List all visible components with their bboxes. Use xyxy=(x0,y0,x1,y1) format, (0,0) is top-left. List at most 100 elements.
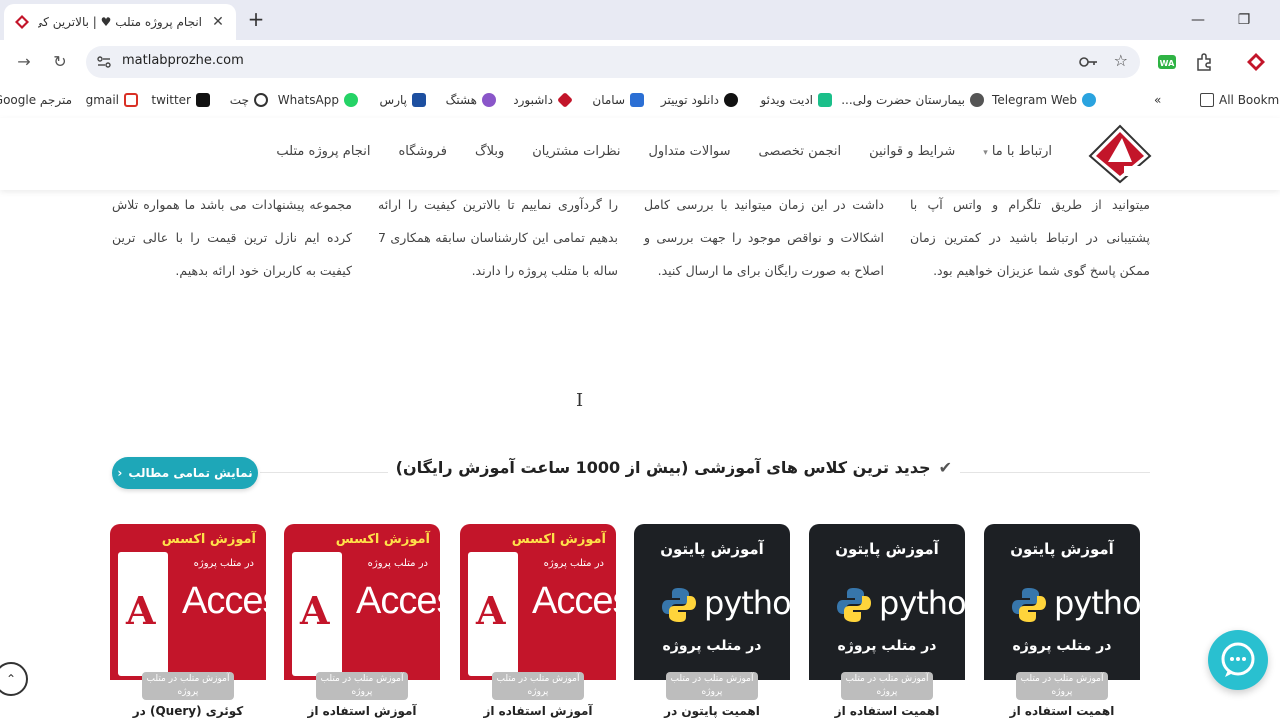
course-heading: آموزش پایتون xyxy=(1010,540,1114,558)
password-key-icon[interactable] xyxy=(1078,53,1098,71)
bookmark-label: Telegram Web xyxy=(992,93,1077,107)
all-bookmarks[interactable]: All Bookma xyxy=(1200,91,1280,109)
telegram-icon xyxy=(1082,93,1096,107)
feature-text-price: مجموعه پیشنهادات می باشد ما همواره تلاش … xyxy=(112,197,352,278)
course-subheading: در متلب پروژه xyxy=(543,558,604,569)
scroll-to-top-button[interactable]: ⌃ xyxy=(0,662,28,696)
course-card[interactable]: آموزش پایتون python در متلب پروژه آموزش … xyxy=(809,524,965,720)
menu-item-testimonials[interactable]: نظرات مشتریان xyxy=(532,144,620,159)
main-menu: انجام پروژه متلب فروشگاه وبلاگ نظرات مشت… xyxy=(276,144,1052,159)
browser-tab[interactable]: انجام پروژه متلب ♥ | بالاترین کی... ✕ xyxy=(4,4,236,40)
show-all-label: نمایش تمامی مطالب xyxy=(128,466,253,480)
course-footer: در متلب پروژه xyxy=(1012,638,1112,654)
course-card[interactable]: آموزش اکسس در متلب پروژه A Access آموزش … xyxy=(284,524,440,720)
course-caption[interactable]: اهمیت استفاده از xyxy=(809,704,965,718)
menu-item-faq[interactable]: سوالات متداول xyxy=(648,144,730,159)
course-card[interactable]: آموزش پایتون python در متلب پروژه آموزش … xyxy=(634,524,790,720)
bookmark-chat[interactable]: چت xyxy=(230,91,268,109)
profile-logo-icon[interactable] xyxy=(1246,52,1266,72)
text-cursor-icon: I xyxy=(576,390,584,411)
course-card[interactable]: آموزش اکسس در متلب پروژه A Access آموزش … xyxy=(460,524,616,720)
access-wordmark: Access xyxy=(182,580,266,622)
course-badge: آموزش متلب در متلب پروژه xyxy=(841,672,933,700)
course-caption[interactable]: آموزش استفاده از xyxy=(284,704,440,718)
feature-text-experts: را گردآوری نماییم تا بالاترین کیفیت را ا… xyxy=(378,197,618,278)
hospital-icon xyxy=(970,93,984,107)
bookmark-telegram[interactable]: Telegram Web xyxy=(992,91,1096,109)
bookmark-pars[interactable]: پارس xyxy=(380,91,426,109)
course-card[interactable]: آموزش اکسس در متلب پروژه A Access آموزش … xyxy=(110,524,266,720)
bookmark-dashboard[interactable]: داشبورد xyxy=(513,91,573,109)
bookmark-label: twitter xyxy=(151,93,191,107)
course-caption[interactable]: کوئری (Query) در xyxy=(110,704,266,718)
bookmarks-overflow-icon[interactable]: » xyxy=(1154,91,1161,109)
bookmark-twitter[interactable]: twitter xyxy=(151,91,210,109)
course-badge: آموزش متلب در متلب پروژه xyxy=(142,672,234,700)
pars-icon xyxy=(412,93,426,107)
bookmark-hashtag[interactable]: هشتگ xyxy=(446,91,496,109)
chat-icon xyxy=(254,93,268,107)
menu-item-contact[interactable]: ارتباط با ما▾ xyxy=(983,144,1052,159)
course-caption[interactable]: اهمیت پایتون در xyxy=(634,704,790,718)
access-wordmark: Access xyxy=(356,580,440,622)
bookmark-whatsapp[interactable]: WhatsApp xyxy=(278,91,358,109)
whatsapp-extension-icon[interactable]: WA xyxy=(1157,52,1177,72)
bookmark-label: چت xyxy=(229,93,249,107)
course-caption[interactable]: آموزش استفاده از xyxy=(460,704,616,718)
bookmark-label: بیمارستان حضرت ولی... xyxy=(841,93,965,107)
bookmark-star-icon[interactable]: ☆ xyxy=(1114,51,1128,70)
course-image: آموزش پایتون python در متلب پروژه xyxy=(984,524,1140,680)
forward-icon[interactable]: → xyxy=(12,50,36,74)
bookmark-video-edit[interactable]: ادیت ویدئو xyxy=(760,91,832,109)
minimize-icon[interactable]: — xyxy=(1188,10,1208,30)
python-logo-icon xyxy=(662,588,696,622)
extensions-icon[interactable] xyxy=(1194,52,1214,72)
section-title-text: جدید ترین کلاس های آموزشی (بیش از 1000 س… xyxy=(395,458,931,477)
course-badge: آموزش متلب در متلب پروژه xyxy=(316,672,408,700)
bookmark-gmail[interactable]: gmail xyxy=(86,91,138,109)
bookmark-label: دانلود توییتر xyxy=(660,93,719,107)
course-image: آموزش اکسس در متلب پروژه A Access xyxy=(460,524,616,680)
menu-item-terms[interactable]: شرایط و قوانین xyxy=(869,144,955,159)
bookmark-label: سامان xyxy=(592,93,625,107)
site-settings-icon[interactable] xyxy=(96,54,112,70)
menu-item-matlab-project[interactable]: انجام پروژه متلب xyxy=(276,144,370,159)
bookmark-label: پارس xyxy=(379,93,407,107)
site-header: انجام پروژه متلب فروشگاه وبلاگ نظرات مشت… xyxy=(0,118,1280,190)
twitter-download-icon xyxy=(724,93,738,107)
bookmarks-bar: Telegram Web بیمارستان حضرت ولی... ادیت … xyxy=(0,84,1280,114)
show-all-button[interactable]: نمایش تمامی مطالب ‹ xyxy=(112,457,258,489)
site-logo[interactable] xyxy=(1088,124,1152,184)
feature-text-support: میتوانید از طریق تلگرام و واتس آپ با پشت… xyxy=(910,197,1150,278)
course-footer: در متلب پروژه xyxy=(837,638,937,654)
bookmark-label: هشتگ xyxy=(445,93,477,107)
menu-item-forum[interactable]: انجمن تخصصی xyxy=(759,144,842,159)
course-badge: آموزش متلب در متلب پروژه xyxy=(1016,672,1108,700)
python-wordmark: python xyxy=(704,584,790,622)
reload-icon[interactable]: ↻ xyxy=(48,50,72,74)
chat-widget-button[interactable] xyxy=(1208,630,1268,690)
address-bar[interactable]: matlabprozhe.com ☆ xyxy=(86,46,1140,78)
menu-item-shop[interactable]: فروشگاه xyxy=(398,144,447,159)
access-letter-icon: A xyxy=(476,588,506,633)
course-card[interactable]: آموزش پایتون python در متلب پروژه آموزش … xyxy=(984,524,1140,720)
course-subheading: در متلب پروژه xyxy=(193,558,254,569)
folder-icon xyxy=(1200,93,1214,107)
tab-title: انجام پروژه متلب ♥ | بالاترین کی... xyxy=(38,15,202,29)
bookmark-label: مترجم Google xyxy=(0,93,72,107)
dashboard-icon xyxy=(557,92,573,108)
bookmark-twitter-download[interactable]: دانلود توییتر xyxy=(661,91,738,109)
course-heading: آموزش اکسس xyxy=(511,532,606,547)
menu-item-blog[interactable]: وبلاگ xyxy=(475,144,504,159)
course-badge: آموزش متلب در متلب پروژه xyxy=(666,672,758,700)
course-image: آموزش اکسس در متلب پروژه A Access xyxy=(110,524,266,680)
bookmark-translate[interactable]: مترجم Google xyxy=(0,91,72,109)
course-caption[interactable]: اهمیت استفاده از xyxy=(984,704,1140,718)
bookmark-saman[interactable]: سامان xyxy=(592,91,644,109)
hashtag-icon xyxy=(482,93,496,107)
new-tab-icon[interactable]: + xyxy=(244,8,268,32)
svg-text:WA: WA xyxy=(1160,59,1175,68)
restore-icon[interactable]: ❐ xyxy=(1234,10,1254,30)
close-tab-icon[interactable]: ✕ xyxy=(210,14,226,30)
bookmark-hospital[interactable]: بیمارستان حضرت ولی... xyxy=(841,91,984,109)
